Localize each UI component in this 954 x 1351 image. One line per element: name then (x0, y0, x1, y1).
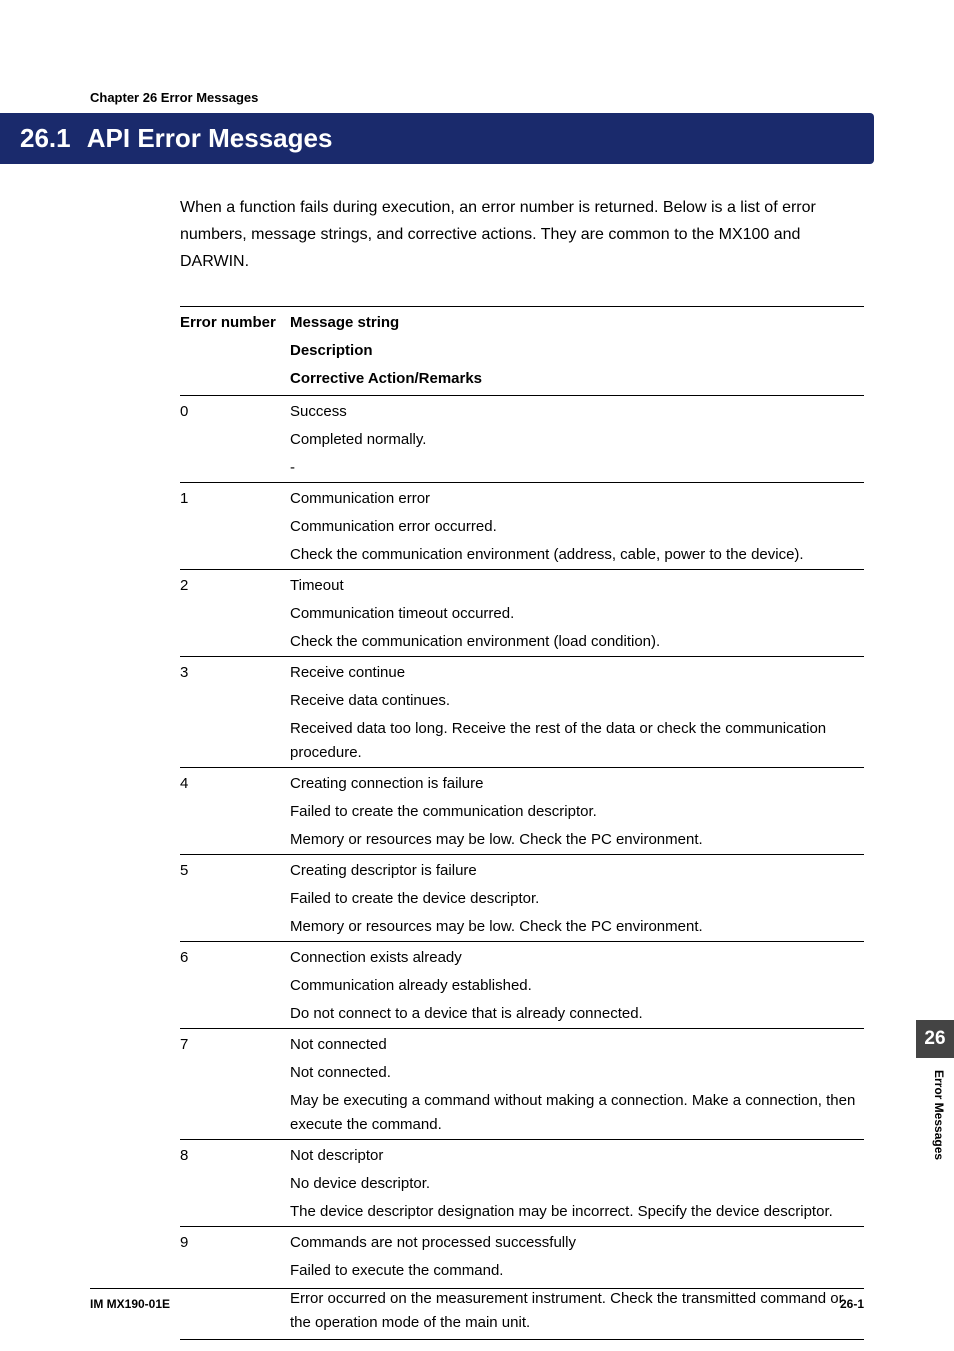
error-msg: Not descriptor (290, 1139, 864, 1170)
error-msg: Creating descriptor is failure (290, 854, 864, 885)
error-msg: Communication error (290, 482, 864, 513)
error-num: 5 (180, 854, 290, 885)
error-action: Do not connect to a device that is alrea… (290, 1000, 864, 1029)
error-desc: Failed to create the communication descr… (290, 798, 864, 826)
error-desc: Not connected. (290, 1059, 864, 1087)
error-num: 3 (180, 656, 290, 687)
error-num: 6 (180, 941, 290, 972)
error-msg: Receive continue (290, 656, 864, 687)
footer-left: IM MX190-01E (90, 1297, 170, 1311)
error-desc: Failed to execute the command. (290, 1257, 864, 1285)
header-col2-line2: Description (290, 337, 864, 365)
header-col1: Error number (180, 306, 290, 337)
error-action: Memory or resources may be low. Check th… (290, 913, 864, 942)
error-action: Check the communication environment (loa… (290, 628, 864, 657)
side-label: Error Messages (932, 1070, 946, 1160)
error-action: Check the communication environment (add… (290, 541, 864, 570)
error-desc: Communication already established. (290, 972, 864, 1000)
error-desc: No device descriptor. (290, 1170, 864, 1198)
error-action: Memory or resources may be low. Check th… (290, 826, 864, 855)
error-num: 2 (180, 569, 290, 600)
error-action: The device descriptor designation may be… (290, 1198, 864, 1227)
intro-paragraph: When a function fails during execution, … (180, 194, 864, 276)
error-num: 0 (180, 395, 290, 426)
error-msg: Creating connection is failure (290, 767, 864, 798)
error-num: 9 (180, 1226, 290, 1257)
section-title-bar: 26.1 API Error Messages (0, 113, 874, 164)
header-col2-line3: Corrective Action/Remarks (290, 365, 864, 396)
footer-right: 26-1 (840, 1297, 864, 1311)
error-num: 8 (180, 1139, 290, 1170)
side-tab-chapter: 26 (916, 1020, 954, 1058)
error-desc: Communication error occurred. (290, 513, 864, 541)
error-msg: Not connected (290, 1028, 864, 1059)
error-msg: Connection exists already (290, 941, 864, 972)
error-msg: Commands are not processed successfully (290, 1226, 864, 1257)
section-title: API Error Messages (87, 123, 333, 153)
error-table: Error number Message string Description … (180, 306, 864, 1340)
header-col2-line1: Message string (290, 306, 864, 337)
chapter-header: Chapter 26 Error Messages (90, 90, 864, 105)
error-num: 1 (180, 482, 290, 513)
footer: IM MX190-01E 26-1 (90, 1288, 864, 1311)
error-num: 4 (180, 767, 290, 798)
section-number: 26.1 (20, 123, 71, 153)
error-desc: Failed to create the device descriptor. (290, 885, 864, 913)
error-action: May be executing a command without makin… (290, 1087, 864, 1140)
error-action: Received data too long. Receive the rest… (290, 715, 864, 768)
error-desc: Communication timeout occurred. (290, 600, 864, 628)
error-action: - (290, 454, 864, 483)
error-msg: Success (290, 395, 864, 426)
error-desc: Receive data continues. (290, 687, 864, 715)
error-desc: Completed normally. (290, 426, 864, 454)
error-num: 7 (180, 1028, 290, 1059)
error-msg: Timeout (290, 569, 864, 600)
